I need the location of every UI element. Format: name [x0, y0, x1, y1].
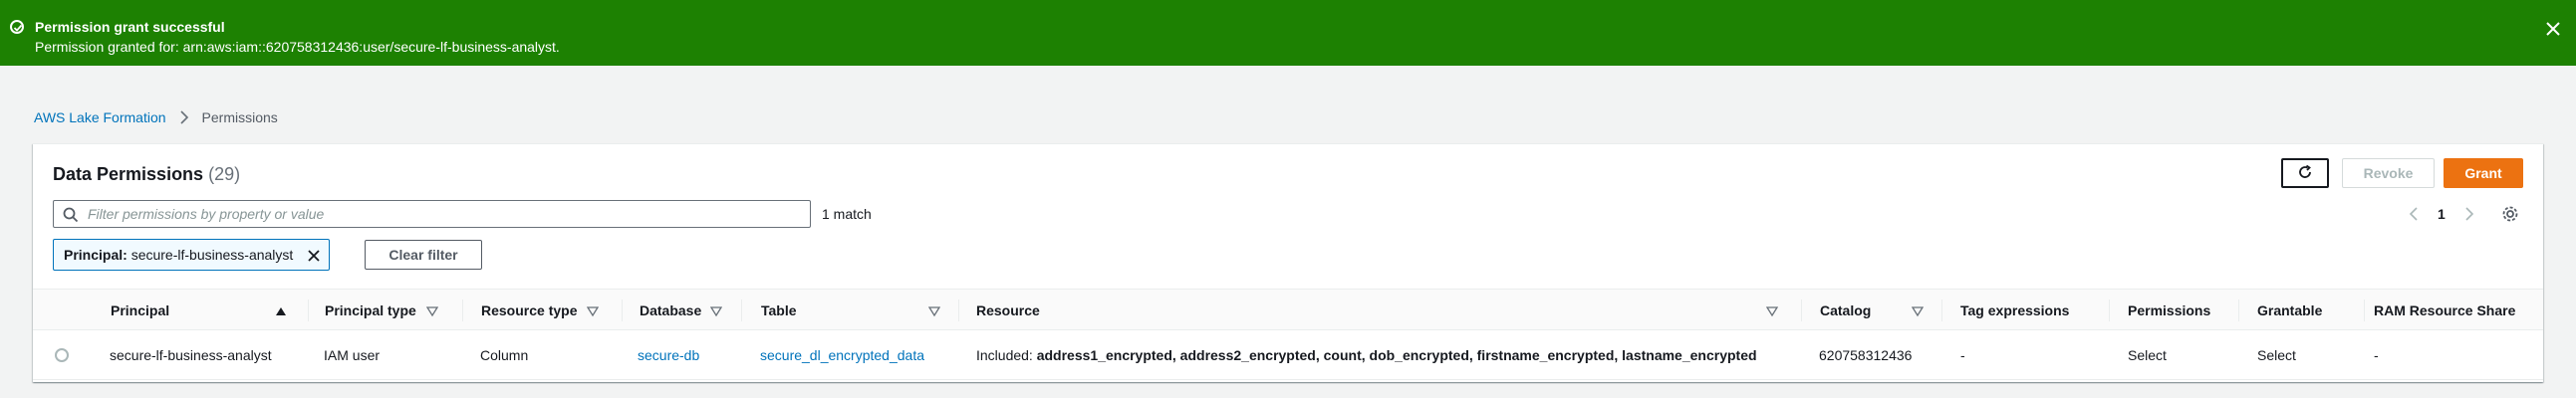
gear-icon[interactable]: [2501, 205, 2521, 225]
cell-ram-resource-share: -: [2374, 347, 2379, 363]
column-divider: [2109, 299, 2110, 321]
table-link[interactable]: secure_dl_encrypted_data: [760, 347, 924, 363]
column-divider: [622, 299, 623, 321]
cell-table: secure_dl_encrypted_data: [760, 330, 924, 380]
column-divider: [2364, 299, 2365, 321]
check-circle-icon: [10, 20, 24, 34]
cell-resource-type: Column: [480, 347, 529, 363]
resource-columns: address1_encrypted, address2_encrypted, …: [1036, 347, 1757, 363]
chevron-right-icon: [178, 110, 190, 124]
breadcrumb-current: Permissions: [201, 109, 278, 125]
current-page[interactable]: 1: [2438, 206, 2446, 222]
token-value: secure-lf-business-analyst: [130, 247, 294, 263]
success-flash-banner: Permission grant successful Permission g…: [0, 0, 2576, 66]
column-header-principal-type[interactable]: Principal type: [325, 290, 416, 331]
sort-icon[interactable]: [1911, 304, 1925, 317]
database-link[interactable]: secure-db: [638, 347, 699, 363]
table-header: Principal Principal type Resource type D…: [33, 289, 2543, 330]
chevron-right-icon[interactable]: [2459, 204, 2479, 224]
sort-icon[interactable]: [586, 304, 600, 317]
panel-count: (29): [208, 164, 241, 184]
cell-database: secure-db: [638, 330, 699, 380]
filter-box: [53, 200, 811, 228]
column-divider: [741, 299, 742, 321]
column-header-resource-type[interactable]: Resource type: [481, 290, 577, 331]
column-divider: [462, 299, 463, 321]
column-divider: [958, 299, 959, 321]
cell-principal-type: IAM user: [324, 347, 381, 363]
column-header-resource[interactable]: Resource: [976, 290, 1040, 331]
column-header-table[interactable]: Table: [761, 290, 797, 331]
column-header-tag-expressions: Tag expressions: [1960, 302, 2070, 318]
filter-input[interactable]: [88, 204, 795, 224]
chevron-left-icon[interactable]: [2404, 204, 2424, 224]
cell-resource: Included: address1_encrypted, address2_e…: [976, 330, 1757, 380]
panel-title-text: Data Permissions: [53, 164, 204, 184]
row-select-radio[interactable]: [55, 348, 69, 362]
column-header-catalog[interactable]: Catalog: [1820, 290, 1871, 331]
revoke-button[interactable]: Revoke: [2342, 158, 2435, 188]
cell-grantable: Select: [2257, 347, 2296, 363]
match-count: 1 match: [790, 206, 872, 222]
refresh-icon: [2297, 164, 2313, 183]
column-header-grantable: Grantable: [2257, 302, 2323, 318]
column-header-principal[interactable]: Principal: [111, 290, 169, 331]
sort-icon[interactable]: [425, 304, 439, 317]
flash-message: Permission granted for: arn:aws:iam::620…: [35, 39, 560, 55]
sort-icon[interactable]: [1765, 304, 1779, 317]
grant-button[interactable]: Grant: [2444, 158, 2523, 188]
pagination: 1: [2404, 200, 2479, 228]
column-divider: [1941, 299, 1942, 321]
cell-principal: secure-lf-business-analyst: [110, 347, 272, 363]
column-divider: [2238, 299, 2239, 321]
search-icon: [63, 207, 79, 228]
clear-filter-button[interactable]: Clear filter: [365, 240, 482, 270]
match-count-text: 1 match: [822, 206, 872, 222]
close-icon[interactable]: [2544, 20, 2562, 38]
refresh-button[interactable]: [2281, 158, 2329, 188]
cell-tag-expressions: -: [1960, 347, 1965, 363]
panel-title: Data Permissions (29): [53, 164, 240, 185]
column-divider: [1801, 299, 1802, 321]
data-permissions-panel: Data Permissions (29) Revoke Grant 1 mat…: [33, 143, 2543, 382]
cell-permissions: Select: [2128, 347, 2167, 363]
column-header-database[interactable]: Database: [640, 290, 701, 331]
remove-token-icon[interactable]: [307, 249, 321, 263]
flash-title: Permission grant successful: [35, 19, 225, 35]
filter-token: Principal: secure-lf-business-analyst: [53, 239, 330, 271]
breadcrumb: AWS Lake Formation Permissions: [34, 109, 278, 125]
sort-ascending-icon[interactable]: [275, 304, 287, 316]
table-row[interactable]: secure-lf-business-analyst IAM user Colu…: [33, 330, 2543, 380]
resource-prefix: Included:: [976, 347, 1037, 363]
sort-icon[interactable]: [709, 304, 723, 317]
column-header-ram-resource-share: RAM Resource Share: [2374, 302, 2516, 318]
column-header-permissions: Permissions: [2128, 302, 2211, 318]
token-key: Principal:: [64, 247, 128, 263]
sort-icon[interactable]: [927, 304, 941, 317]
breadcrumb-lake-formation-link[interactable]: AWS Lake Formation: [34, 109, 166, 125]
column-divider: [308, 299, 309, 321]
cell-catalog: 620758312436: [1819, 347, 1913, 363]
